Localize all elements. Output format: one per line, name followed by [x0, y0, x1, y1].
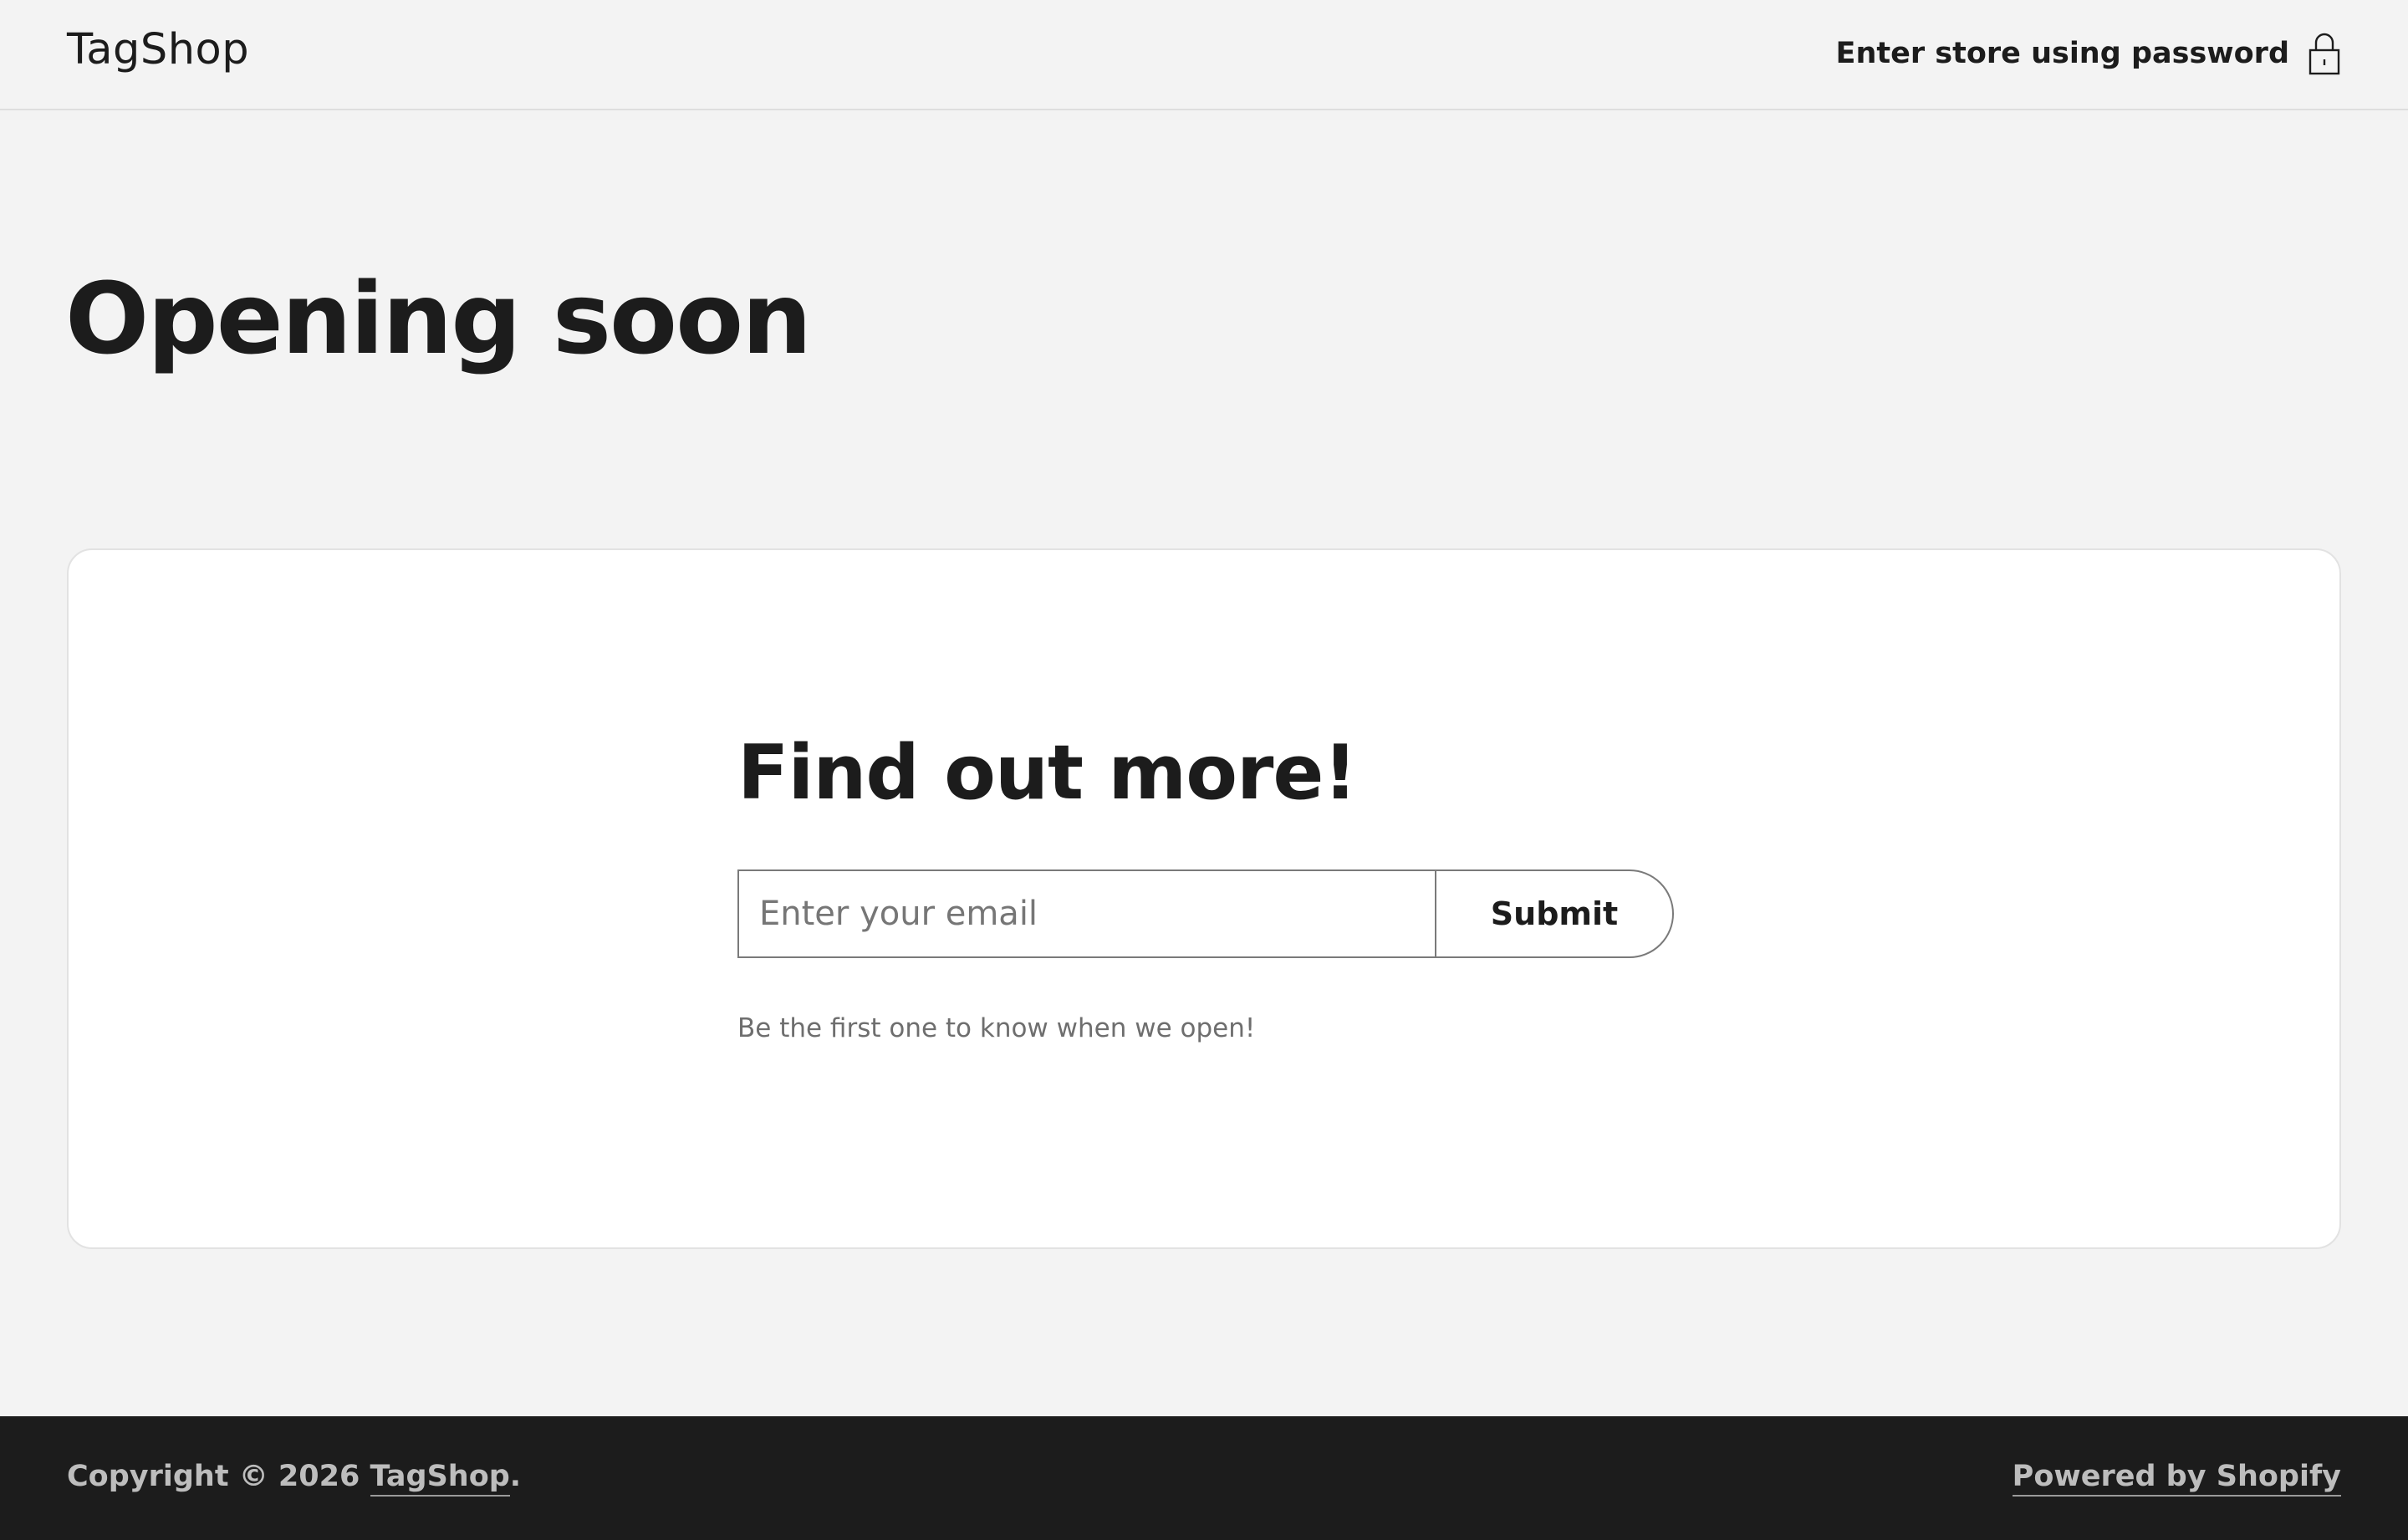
page-title: Opening soon [65, 261, 812, 376]
copyright-text: Copyright © 2026 TagShop . [67, 1460, 521, 1497]
password-page: TagShop Enter store using password Openi… [0, 0, 2408, 1540]
store-logo-link[interactable]: TagShop [67, 25, 249, 74]
newsletter-content: Find out more! Submit Be the first one t… [737, 736, 1674, 1043]
lock-icon [2309, 33, 2340, 75]
header: TagShop Enter store using password [0, 0, 2408, 110]
enter-password-button[interactable]: Enter store using password [1836, 32, 2341, 75]
email-input[interactable] [737, 869, 1436, 958]
copyright-suffix: . [509, 1460, 522, 1493]
copyright-brand-link[interactable]: TagShop [370, 1460, 510, 1497]
submit-button[interactable]: Submit [1435, 869, 1674, 958]
copyright-prefix: Copyright © 2026 [67, 1460, 370, 1493]
footer: Copyright © 2026 TagShop . Powered by Sh… [0, 1416, 2408, 1540]
newsletter-heading: Find out more! [737, 729, 1358, 817]
newsletter-form: Submit [737, 869, 1674, 958]
newsletter-note: Be the first one to know when we open! [737, 1013, 1256, 1043]
enter-password-label: Enter store using password [1835, 37, 2289, 70]
powered-by-shopify-link[interactable]: Powered by Shopify [2012, 1460, 2341, 1497]
newsletter-card: Find out more! Submit Be the first one t… [67, 548, 2341, 1249]
